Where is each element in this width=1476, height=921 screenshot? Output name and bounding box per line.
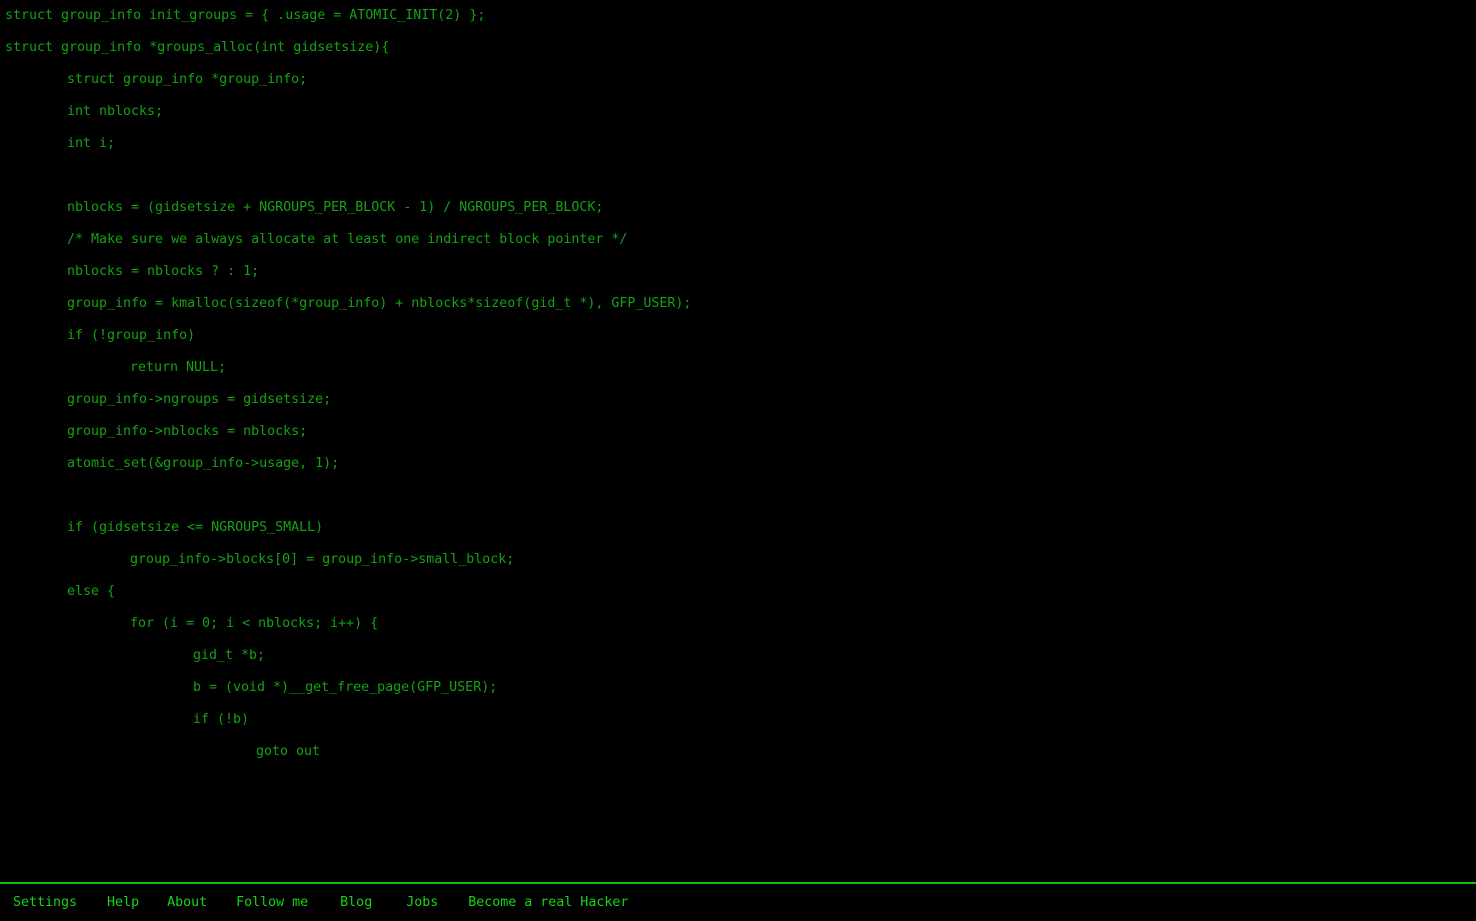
code-line: b = (void *)__get_free_page(GFP_USER);	[0, 672, 1476, 704]
code-line-blank	[0, 480, 1476, 512]
code-line: group_info = kmalloc(sizeof(*group_info)…	[0, 288, 1476, 320]
footer-link-jobs[interactable]: Jobs	[406, 893, 438, 913]
code-line: for (i = 0; i < nblocks; i++) {	[0, 608, 1476, 640]
code-line: if (!b)	[0, 704, 1476, 736]
code-line: else {	[0, 576, 1476, 608]
code-line: group_info->blocks[0] = group_info->smal…	[0, 544, 1476, 576]
code-line: int nblocks;	[0, 96, 1476, 128]
code-line: atomic_set(&group_info->usage, 1);	[0, 448, 1476, 480]
code-line: nblocks = (gidsetsize + NGROUPS_PER_BLOC…	[0, 192, 1476, 224]
footer-link-about[interactable]: About	[167, 893, 207, 913]
code-line: gid_t *b;	[0, 640, 1476, 672]
code-line: struct group_info *groups_alloc(int gids…	[0, 32, 1476, 64]
footer-navigation: Settings Help About Follow me Blog Jobs Become…	[13, 893, 628, 913]
code-editor-area[interactable]: struct group_info init_groups = { .usage…	[0, 0, 1476, 880]
code-line: nblocks = nblocks ? : 1;	[0, 256, 1476, 288]
code-line: struct group_info *group_info;	[0, 64, 1476, 96]
code-line: return NULL;	[0, 352, 1476, 384]
footer-link-become-a-real-hacker[interactable]: Become a real Hacker	[468, 893, 628, 913]
code-line: goto out	[0, 736, 1476, 768]
code-line: if (!group_info)	[0, 320, 1476, 352]
code-line-blank	[0, 160, 1476, 192]
code-line: /* Make sure we always allocate at least…	[0, 224, 1476, 256]
footer-link-help[interactable]: Help	[107, 893, 139, 913]
footer-link-settings[interactable]: Settings	[13, 893, 77, 913]
code-line: int i;	[0, 128, 1476, 160]
code-line: group_info->nblocks = nblocks;	[0, 416, 1476, 448]
code-line: group_info->ngroups = gidsetsize;	[0, 384, 1476, 416]
footer-bar: Settings Help About Follow me Blog Jobs Become…	[0, 882, 1476, 921]
footer-link-blog[interactable]: Blog	[340, 893, 372, 913]
footer-link-follow-me[interactable]: Follow me	[236, 893, 308, 913]
code-line: if (gidsetsize <= NGROUPS_SMALL)	[0, 512, 1476, 544]
code-line: struct group_info init_groups = { .usage…	[0, 0, 1476, 32]
